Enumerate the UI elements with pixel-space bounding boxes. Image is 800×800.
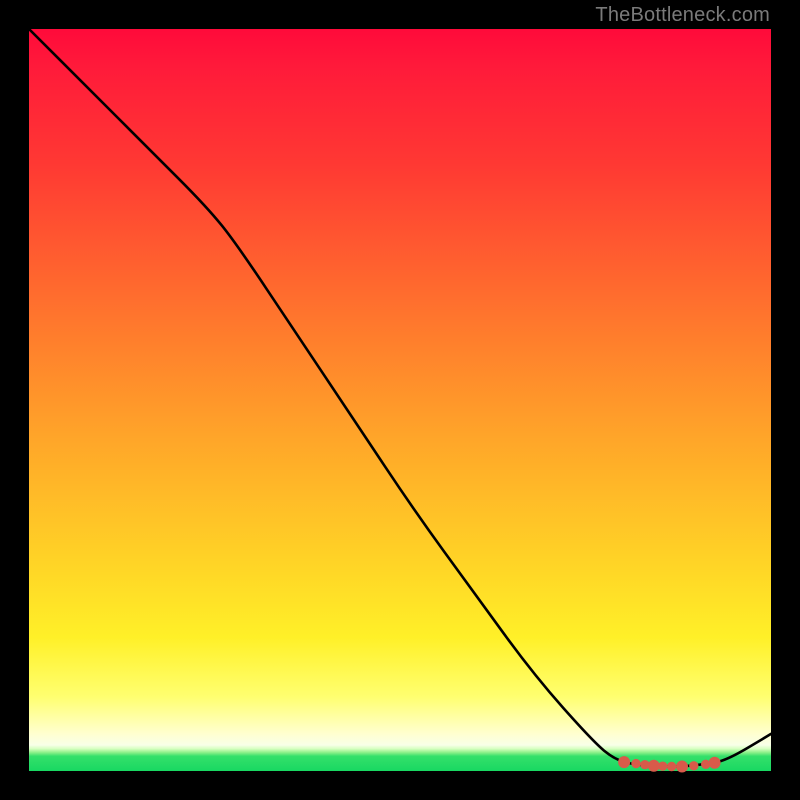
bottleneck-curve bbox=[29, 29, 771, 767]
optimal-marker bbox=[648, 760, 659, 771]
chart-svg bbox=[29, 29, 771, 771]
optimal-markers bbox=[619, 757, 721, 772]
optimal-marker bbox=[709, 757, 720, 768]
optimal-marker bbox=[619, 757, 630, 768]
optimal-marker bbox=[641, 761, 649, 769]
optimal-marker bbox=[667, 762, 675, 770]
optimal-marker bbox=[659, 762, 667, 770]
optimal-marker bbox=[677, 761, 688, 772]
optimal-marker bbox=[702, 760, 710, 768]
watermark-text: TheBottleneck.com bbox=[595, 4, 770, 27]
optimal-marker bbox=[690, 762, 698, 770]
optimal-marker bbox=[632, 759, 640, 767]
chart-frame: TheBottleneck.com bbox=[0, 0, 800, 800]
